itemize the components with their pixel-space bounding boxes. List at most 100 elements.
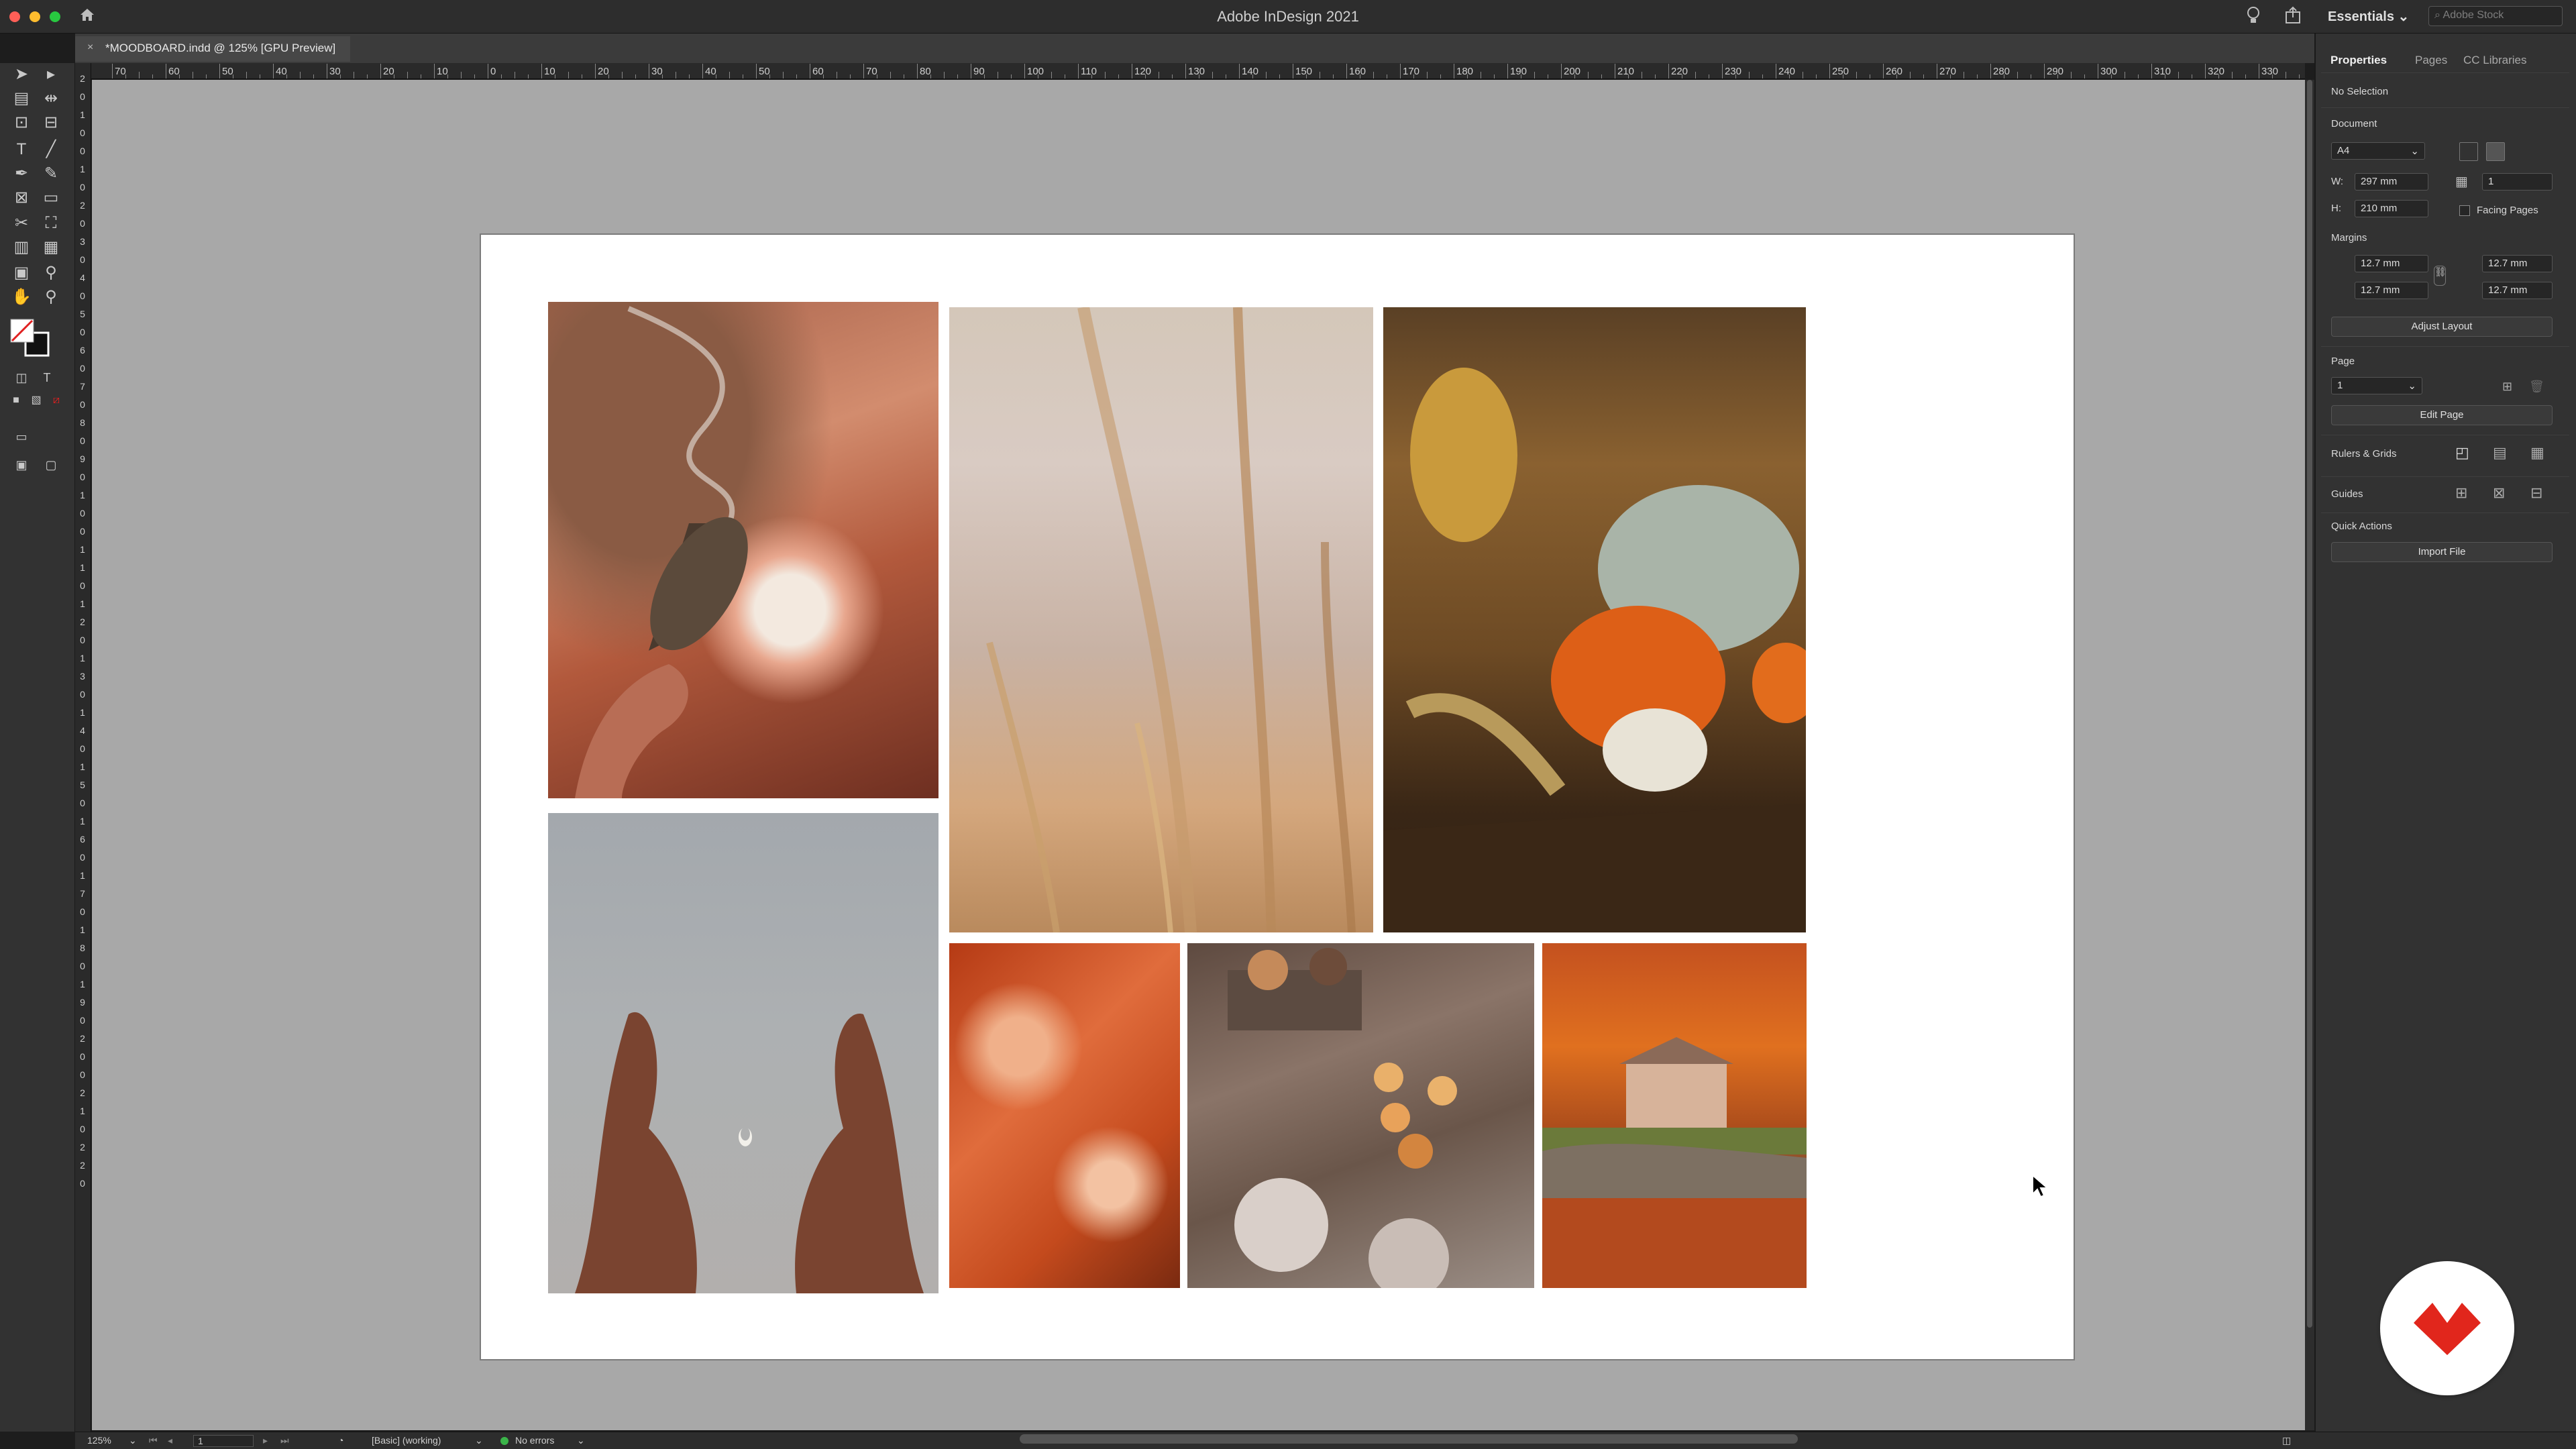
close-tab-icon[interactable]: × (87, 42, 93, 54)
portrait-orientation-icon[interactable] (2459, 142, 2478, 161)
margin-bottom-field[interactable]: 12.7 mm (2355, 282, 2428, 299)
pen-tool-icon[interactable]: ✒ (8, 162, 35, 185)
link-margins-icon[interactable]: ⛓ (2434, 266, 2447, 286)
lightbulb-icon[interactable] (2245, 5, 2262, 30)
workspace-switcher[interactable]: Essentials ⌄ (2328, 8, 2409, 25)
rectangle-frame-tool-icon[interactable]: ⊠ (8, 186, 35, 209)
photo-house-autumn[interactable] (1542, 943, 1807, 1288)
import-file-button[interactable]: Import File (2331, 542, 2553, 562)
pages-count-field[interactable]: 1 (2482, 173, 2553, 191)
photo-pumpkins[interactable] (1383, 307, 1806, 932)
free-transform-tool-icon[interactable]: ⛶ (38, 212, 64, 235)
pencil-tool-icon[interactable]: ✎ (38, 162, 64, 185)
zoom-level[interactable]: 125% (87, 1435, 111, 1446)
width-field[interactable]: 297 mm (2355, 173, 2428, 191)
chevron-down-icon[interactable]: ⌄ (129, 1435, 137, 1446)
photo-candles[interactable] (1187, 943, 1534, 1288)
document-page[interactable] (480, 233, 2394, 1360)
ruler-toggle-icon[interactable]: ◰ (2455, 444, 2469, 462)
lock-guides-icon[interactable]: ⊠ (2493, 484, 2505, 502)
panel-divider (2321, 476, 2569, 477)
hand-tool-icon[interactable]: ✋ (8, 286, 35, 309)
preflight-errors[interactable]: No errors (515, 1435, 554, 1446)
margin-right-field[interactable]: 12.7 mm (2482, 282, 2553, 299)
zoom-tool-icon[interactable]: ⚲ (38, 286, 64, 309)
screen-mode-icon[interactable]: ▭ (8, 425, 35, 448)
note-tool-icon[interactable]: ▣ (8, 262, 35, 284)
photo-autumn-leaves[interactable] (949, 943, 1180, 1288)
type-tool-icon[interactable]: T (8, 138, 35, 161)
horizontal-scroll-thumb[interactable] (1020, 1434, 1798, 1444)
landscape-orientation-icon[interactable] (2486, 142, 2505, 161)
formatting-container-icon[interactable]: ◫ (8, 366, 35, 389)
scissors-tool-icon[interactable]: ✂ (8, 212, 35, 235)
document-grid-icon[interactable]: ▦ (2530, 444, 2544, 462)
tab-properties[interactable]: Properties (2330, 54, 2387, 67)
margin-left-field[interactable]: 12.7 mm (2482, 255, 2553, 272)
show-guides-icon[interactable]: ⊞ (2455, 484, 2467, 502)
height-value: 210 mm (2361, 203, 2398, 214)
ruler-tick-label: 0 (80, 852, 85, 863)
chevron-down-icon: ⌄ (2398, 9, 2410, 24)
page-select[interactable]: 1 ⌄ (2331, 377, 2422, 394)
open-document-icon[interactable]: ◔ (338, 1435, 343, 1446)
photo-wheat-grass[interactable] (949, 307, 1373, 932)
tab-cc-libraries[interactable]: CC Libraries (2463, 54, 2526, 67)
chevron-down-icon[interactable]: ⌄ (577, 1435, 585, 1446)
document-tab[interactable]: *MOODBOARD.indd @ 125% [GPU Preview] (75, 36, 351, 62)
chevron-down-icon[interactable]: ⌄ (475, 1435, 483, 1446)
ruler-minor-tick (1306, 74, 1307, 78)
facing-pages-checkbox[interactable] (2459, 205, 2470, 216)
horizontal-ruler[interactable]: 70 60 50 40 30 20 10 0 10 20 30 40 50 60 70 80 90 100 110 1… (91, 63, 2305, 79)
vertical-scroll-thumb[interactable] (2307, 80, 2312, 1328)
rectangle-tool-icon[interactable]: ▭ (38, 186, 64, 209)
share-icon[interactable] (2284, 5, 2302, 30)
previous-page-icon[interactable]: ◂ (168, 1435, 172, 1446)
tab-pages[interactable]: Pages (2415, 54, 2447, 67)
page-number-field[interactable]: 1 (193, 1435, 254, 1447)
gap-tool-icon[interactable]: ⇹ (38, 87, 64, 110)
page-size-select[interactable]: A4 ⌄ (2331, 142, 2425, 160)
apply-none-icon[interactable]: ⧄ (43, 389, 70, 412)
margin-left-value: 12.7 mm (2488, 258, 2528, 269)
photo-hands-moon[interactable] (548, 813, 938, 1293)
first-page-icon[interactable]: ⏮ (149, 1435, 158, 1446)
margin-right-value: 12.7 mm (2488, 284, 2528, 296)
ruler-tick-label: 0 (80, 580, 85, 591)
baseline-grid-icon[interactable]: ▤ (2493, 444, 2507, 462)
last-page-icon[interactable]: ⏭ (280, 1435, 289, 1446)
edit-page-button[interactable]: Edit Page (2331, 405, 2553, 425)
line-tool-icon[interactable]: ╱ (38, 138, 64, 161)
gradient-swatch-tool-icon[interactable]: ▥ (8, 236, 35, 259)
brand-logo-icon (2414, 1303, 2481, 1355)
formatting-text-icon[interactable]: T (34, 366, 60, 389)
height-field[interactable]: 210 mm (2355, 200, 2428, 217)
add-page-icon[interactable]: ⊞ (2502, 380, 2512, 394)
vertical-ruler[interactable]: 2 0 1 0 0 1 0 2 0 3 0 4 0 5 0 6 0 7 0 8 0 9 0 1 0 0 1 1 0 1 2 0 1 3 0 1 4 0 1 5… (75, 63, 91, 1432)
photo-sage-smudge[interactable] (548, 302, 938, 798)
split-layout-icon[interactable]: ◫ (2282, 1435, 2291, 1446)
fill-stroke-swatches[interactable] (9, 318, 50, 357)
ruler-minor-tick (1172, 74, 1173, 78)
page-tool-icon[interactable]: ▤ (8, 87, 35, 110)
ruler-tick (2044, 64, 2045, 78)
adjust-layout-button[interactable]: Adjust Layout (2331, 317, 2553, 337)
selection-tool-icon[interactable]: ➤ (8, 63, 35, 86)
normal-view-icon[interactable]: ▣ (8, 453, 35, 476)
gradient-feather-tool-icon[interactable]: ▦ (38, 236, 64, 259)
content-placer-icon[interactable]: ⊟ (38, 111, 64, 134)
eyedropper-tool-icon[interactable]: ⚲ (38, 262, 64, 284)
preflight-profile[interactable]: [Basic] (working) (372, 1435, 441, 1446)
direct-selection-tool-icon[interactable]: ▸ (38, 63, 64, 86)
content-collector-icon[interactable]: ⊡ (8, 111, 35, 134)
ruler-tick-label: 6 (80, 345, 85, 356)
ruler-minor-tick (1427, 72, 1428, 78)
smart-guides-icon[interactable]: ⊟ (2530, 484, 2542, 502)
next-page-icon[interactable]: ▸ (263, 1435, 268, 1446)
ruler-tick-label: 2 (80, 73, 85, 84)
delete-page-icon[interactable]: 🗑 (2529, 380, 2544, 394)
margin-top-field[interactable]: 12.7 mm (2355, 255, 2428, 272)
adobe-stock-search-input[interactable]: ⌕ Adobe Stock (2428, 6, 2563, 26)
ruler-minor-tick (783, 72, 784, 78)
preview-mode-icon[interactable]: ▢ (38, 453, 64, 476)
